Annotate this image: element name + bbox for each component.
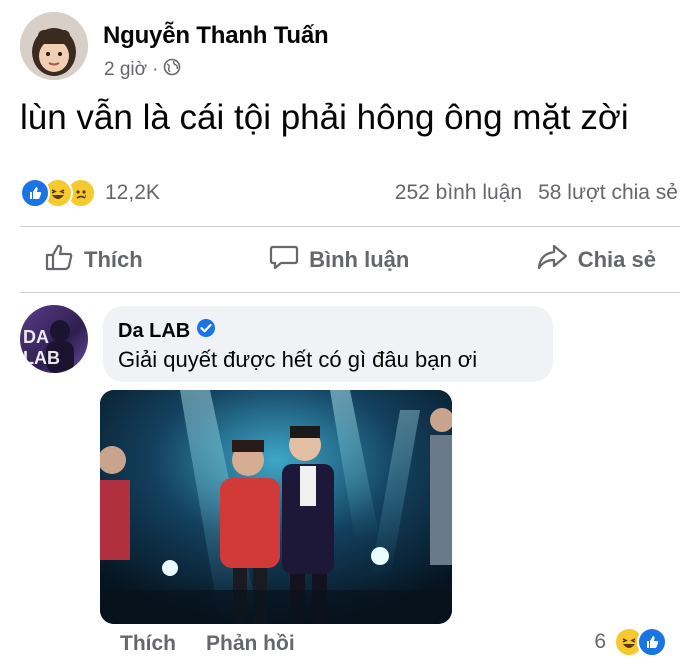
author-avatar[interactable]: [20, 12, 88, 80]
meta-separator: ·: [152, 59, 159, 80]
comment-reply-button[interactable]: Phản hồi: [206, 632, 295, 656]
comment-actions: Thích Phản hồi: [120, 632, 295, 656]
comment-button[interactable]: Bình luận: [245, 243, 433, 277]
comment-button-label: Bình luận: [309, 247, 410, 272]
comment-reactions[interactable]: 6: [594, 627, 667, 657]
divider: [20, 226, 680, 227]
share-button[interactable]: Chia sẻ: [512, 243, 680, 277]
reaction-count: 12,2K: [105, 181, 160, 204]
comment-photo[interactable]: [100, 390, 452, 624]
share-count-link[interactable]: 58 lượt chia sẻ: [538, 181, 678, 205]
post-actions-bar: Thích Bình luận Chia sẻ: [20, 232, 680, 288]
like-icon: [637, 627, 667, 657]
comment-text: Giải quyết được hết có gì đâu bạn ơi: [118, 347, 478, 372]
comment-reaction-count: 6: [594, 630, 606, 653]
commenter-avatar[interactable]: DA LAB: [20, 305, 88, 373]
verified-badge-icon: [196, 318, 216, 344]
divider: [20, 292, 680, 293]
comment-like-button[interactable]: Thích: [120, 632, 176, 656]
post-meta: 2 giờ ·: [104, 58, 181, 82]
comment-count-link[interactable]: 252 bình luận: [395, 181, 522, 205]
commenter-name[interactable]: Da LAB: [118, 320, 190, 343]
commenter-name-row: Da LAB: [118, 318, 216, 344]
reactions-summary[interactable]: 12,2K: [20, 178, 160, 208]
post-stats: 252 bình luận 58 lượt chia sẻ: [395, 181, 678, 205]
post-time[interactable]: 2 giờ: [104, 59, 147, 81]
like-button[interactable]: Thích: [20, 243, 167, 277]
post-author-name[interactable]: Nguyễn Thanh Tuấn: [103, 22, 329, 50]
thumbs-up-icon: [44, 243, 74, 277]
globe-icon[interactable]: [163, 58, 181, 82]
like-button-label: Thích: [84, 247, 143, 272]
like-icon: [20, 178, 50, 208]
avatar-logo-text: DA LAB: [23, 327, 60, 368]
speech-bubble-icon: [269, 243, 299, 277]
share-button-label: Chia sẻ: [577, 247, 656, 272]
share-arrow-icon: [536, 243, 568, 277]
post-text: lùn vẫn là cái tội phải hông ông mặt zời: [20, 98, 629, 137]
